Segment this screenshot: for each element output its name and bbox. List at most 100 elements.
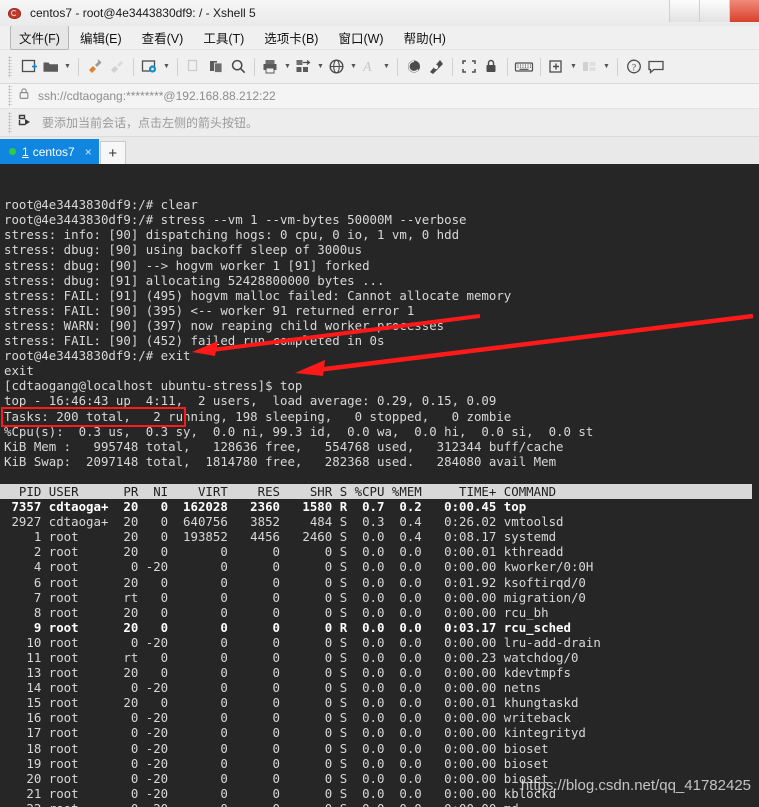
font-caret-icon[interactable]: ▼	[381, 56, 392, 78]
noticebar-grip[interactable]	[8, 111, 12, 134]
highlight-icon[interactable]	[425, 56, 447, 78]
menu-view[interactable]: 查看(V)	[133, 25, 193, 50]
toolbar-separator	[397, 57, 398, 76]
process-table-row: 18 root 0 -20 0 0 0 S 0.0 0.0 0:00.00 bi…	[4, 740, 549, 756]
process-table-row: 11 root rt 0 0 0 0 S 0.0 0.0 0:00.23 wat…	[4, 650, 579, 665]
terminal-output[interactable]: root@4e3443830df9:/# clear root@4e3443830…	[0, 164, 759, 807]
maximize-button[interactable]	[699, 0, 729, 22]
toolbar-separator	[507, 57, 508, 76]
window-controls	[669, 0, 759, 26]
menu-file[interactable]: 文件(F)	[10, 25, 69, 50]
process-table-row: 15 root 20 0 0 0 0 S 0.0 0.0 0:00.01 khu…	[4, 695, 579, 711]
process-table-row: 4 root 0 -20 0 0 0 S 0.0 0.0 0:00.00 kwo…	[4, 559, 594, 575]
session-properties-icon[interactable]	[139, 56, 161, 78]
print-icon[interactable]	[260, 56, 282, 78]
process-table-row: 22 root 0 -20 0 0 0 S 0.0 0.0 0:00.00 md	[4, 801, 759, 807]
terminal-line: KiB Swap: 2097148 total, 1814780 free, 2…	[4, 453, 557, 469]
process-table-row: 17 root 0 -20 0 0 0 S 0.0 0.0 0:00.00 ki…	[4, 725, 586, 741]
svg-text:A: A	[362, 60, 372, 75]
title-bar: centos7 - root@4e3443830df9: / - Xshell …	[0, 0, 759, 26]
log-icon[interactable]	[403, 56, 425, 78]
terminal-line: Tasks: 200 total, 2 running, 198 sleepin…	[4, 408, 512, 424]
terminal-line: stress: FAIL: [90] (395) <-- worker 91 r…	[4, 302, 415, 318]
transfer-caret-icon[interactable]: ▼	[315, 56, 326, 78]
minimize-button[interactable]	[669, 0, 699, 22]
terminal-line: [cdtaogang@localhost ubuntu-stress]$ top	[4, 378, 303, 394]
add-session-icon[interactable]	[18, 113, 33, 132]
toolbar-separator	[78, 57, 79, 76]
find-icon[interactable]	[227, 56, 249, 78]
toolbar-grip[interactable]	[8, 55, 12, 78]
new-tab-button[interactable]: +	[99, 141, 126, 164]
toolbar-separator	[177, 57, 178, 76]
terminal-line: top - 16:46:43 up 4:11, 2 users, load av…	[4, 393, 497, 409]
help-icon[interactable]: ?	[623, 56, 645, 78]
address-lock-icon	[18, 87, 30, 105]
open-folder-icon[interactable]	[40, 56, 62, 78]
paste-icon[interactable]	[205, 56, 227, 78]
fullscreen-icon[interactable]	[458, 56, 480, 78]
close-button[interactable]	[729, 0, 759, 22]
tab-centos7[interactable]: 1 centos7 ×	[0, 139, 99, 164]
xshell-window: centos7 - root@4e3443830df9: / - Xshell …	[0, 0, 759, 807]
menu-tools[interactable]: 工具(T)	[194, 25, 253, 50]
transfer-icon[interactable]	[293, 56, 315, 78]
feedback-icon[interactable]	[645, 56, 667, 78]
toolbar-separator	[254, 57, 255, 76]
connect-icon[interactable]	[84, 56, 106, 78]
toolbar-separator	[133, 57, 134, 76]
menu-window[interactable]: 窗口(W)	[329, 25, 392, 50]
font-icon[interactable]: A	[359, 56, 381, 78]
copy-icon[interactable]	[183, 56, 205, 78]
tab-bar: 1 centos7 × +	[0, 137, 759, 164]
terminal-line: root@4e3443830df9:/# clear	[4, 197, 198, 213]
notice-bar: 要添加当前会话，点击左侧的箭头按钮。	[0, 109, 759, 137]
session-properties-caret-icon[interactable]: ▼	[161, 56, 172, 78]
terminal-line: root@4e3443830df9:/# stress --vm 1 --vm-…	[4, 212, 467, 228]
menu-edit[interactable]: 编辑(E)	[71, 25, 131, 50]
toolbar-separator	[452, 57, 453, 76]
new-pane-caret-icon[interactable]: ▼	[568, 56, 579, 78]
browser-icon[interactable]	[326, 56, 348, 78]
process-table-row: 14 root 0 -20 0 0 0 S 0.0 0.0 0:00.00 ne…	[4, 680, 542, 696]
xshell-icon	[6, 4, 24, 22]
terminal-line: stress: FAIL: [91] (495) hogvm malloc fa…	[4, 287, 512, 303]
new-pane-icon[interactable]	[546, 56, 568, 78]
terminal-line: stress: dbug: [90] using backoff sleep o…	[4, 242, 363, 258]
terminal-line: stress: dbug: [91] allocating 5242880000…	[4, 272, 385, 288]
process-table-row: 7357 cdtaoga+ 20 0 162028 2360 1580 R 0.…	[4, 499, 527, 515]
terminal-line: exit	[4, 363, 34, 379]
lock-icon[interactable]	[480, 56, 502, 78]
tab-status-dot-icon	[9, 148, 16, 155]
new-session-icon[interactable]	[18, 56, 40, 78]
process-table-row: 8 root 20 0 0 0 0 S 0.0 0.0 0:00.00 rcu_…	[4, 604, 549, 620]
open-folder-caret-icon[interactable]: ▼	[62, 56, 73, 78]
toolbar: ▼ ▼ ▼ ▼ ▼ A ▼ ▼ ▼ ?	[0, 50, 759, 84]
menu-tab[interactable]: 选项卡(B)	[255, 25, 327, 50]
process-table-header: PID USER PR NI VIRT RES SHR S %CPU %MEM …	[0, 483, 752, 500]
terminal-line: stress: info: [90] dispatching hogs: 0 c…	[4, 227, 460, 243]
address-bar[interactable]: ssh://cdtaogang:********@192.168.88.212:…	[0, 84, 759, 109]
process-table-row: 19 root 0 -20 0 0 0 S 0.0 0.0 0:00.00 bi…	[4, 755, 549, 771]
process-table-row: 1 root 20 0 193852 4456 2460 S 0.0 0.4 0…	[4, 529, 557, 545]
print-caret-icon[interactable]: ▼	[282, 56, 293, 78]
layout-icon[interactable]	[579, 56, 601, 78]
terminal-line: stress: dbug: [90] --> hogvm worker 1 [9…	[4, 257, 370, 273]
toolbar-separator	[617, 57, 618, 76]
addressbar-grip[interactable]	[8, 85, 12, 107]
keyboard-icon[interactable]	[513, 56, 535, 78]
tab-label: centos7	[32, 144, 75, 159]
disconnect-icon[interactable]	[106, 56, 128, 78]
browser-caret-icon[interactable]: ▼	[348, 56, 359, 78]
layout-caret-icon[interactable]: ▼	[601, 56, 612, 78]
svg-text:?: ?	[632, 64, 636, 74]
terminal-line: KiB Mem : 995748 total, 128636 free, 554…	[4, 438, 564, 454]
process-table-row: 6 root 20 0 0 0 0 S 0.0 0.0 0:01.92 ksof…	[4, 574, 586, 590]
tab-close-icon[interactable]: ×	[85, 145, 92, 159]
process-table-row: 7 root rt 0 0 0 0 S 0.0 0.0 0:00.00 migr…	[4, 589, 586, 605]
process-table-row: 9 root 20 0 0 0 0 R 0.0 0.0 0:03.17 rcu_…	[4, 619, 571, 635]
address-input[interactable]: ssh://cdtaogang:********@192.168.88.212:…	[38, 89, 276, 103]
menu-help[interactable]: 帮助(H)	[395, 25, 455, 50]
process-table-row: 20 root 0 -20 0 0 0 S 0.0 0.0 0:00.00 bi…	[4, 770, 549, 786]
